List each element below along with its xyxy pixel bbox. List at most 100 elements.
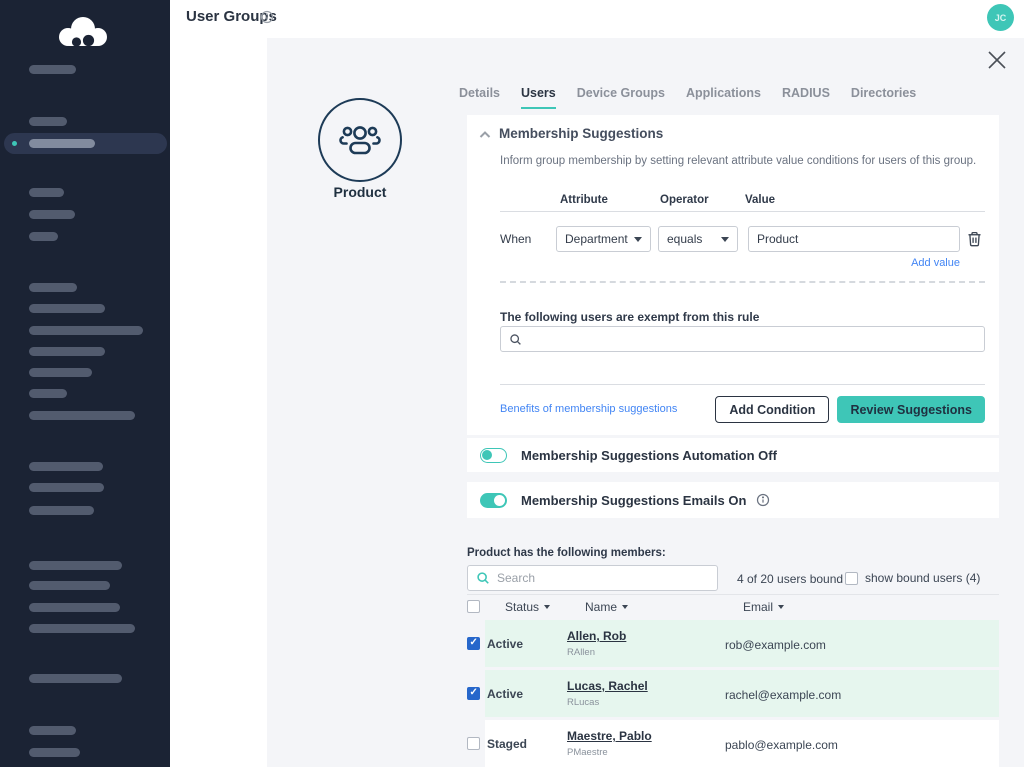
page-title-info-icon[interactable] — [260, 10, 274, 24]
collapse-chevron-icon[interactable] — [478, 128, 492, 142]
tab-applications[interactable]: Applications — [686, 86, 761, 109]
search-icon — [509, 333, 522, 346]
sidebar-item[interactable] — [29, 462, 103, 471]
show-bound-users-label: show bound users (4) — [865, 571, 980, 585]
member-status: Active — [487, 687, 523, 701]
add-condition-button[interactable]: Add Condition — [715, 396, 829, 423]
sidebar-item[interactable] — [29, 188, 64, 197]
member-username: RLucas — [567, 697, 599, 708]
emails-toggle-label: Membership Suggestions Emails On — [521, 493, 746, 508]
automation-toggle[interactable] — [480, 448, 507, 463]
member-email: rob@example.com — [725, 638, 826, 652]
membership-suggestions-heading: Membership Suggestions — [499, 126, 663, 141]
selected-dot-icon — [12, 141, 17, 146]
tab-users[interactable]: Users — [521, 86, 556, 109]
sidebar-item-selected[interactable] — [4, 133, 167, 154]
section-divider — [500, 384, 985, 385]
member-row-checkbox[interactable] — [467, 737, 480, 750]
group-icon — [338, 120, 382, 160]
review-suggestions-button[interactable]: Review Suggestions — [837, 396, 985, 423]
sidebar-item[interactable] — [29, 603, 120, 612]
sidebar-item[interactable] — [29, 65, 76, 74]
sidebar-item[interactable] — [29, 726, 76, 735]
exempt-users-search[interactable] — [500, 326, 985, 352]
member-email: pablo@example.com — [725, 738, 838, 752]
member-name-link[interactable]: Lucas, Rachel — [567, 679, 648, 693]
emails-toggle[interactable] — [480, 493, 507, 508]
sidebar-item[interactable] — [29, 581, 110, 590]
sort-caret-icon — [778, 605, 784, 609]
name-header-label: Name — [585, 600, 617, 614]
member-row-checkbox[interactable] — [467, 687, 480, 700]
toggle-knob — [482, 450, 492, 460]
sidebar — [0, 0, 170, 767]
add-value-link[interactable]: Add value — [748, 257, 960, 269]
condition-value-input[interactable] — [748, 226, 960, 252]
emails-toggle-row: Membership Suggestions Emails On — [467, 482, 999, 518]
members-search[interactable] — [467, 565, 718, 591]
member-row: Staged Maestre, Pablo PMaestre pablo@exa… — [467, 720, 999, 767]
member-row-checkbox[interactable] — [467, 637, 480, 650]
sidebar-item[interactable] — [29, 210, 75, 219]
column-header-email[interactable]: Email — [743, 600, 784, 614]
tab-details[interactable]: Details — [459, 86, 500, 109]
caret-down-icon — [634, 237, 642, 242]
member-name-link[interactable]: Maestre, Pablo — [567, 729, 652, 743]
exempt-users-search-input[interactable] — [528, 332, 976, 346]
search-icon — [476, 571, 490, 585]
sidebar-item[interactable] — [29, 483, 104, 492]
sidebar-item[interactable] — [29, 326, 143, 335]
column-header-name[interactable]: Name — [585, 600, 628, 614]
select-all-checkbox[interactable] — [467, 600, 480, 613]
benefits-link[interactable]: Benefits of membership suggestions — [500, 403, 677, 415]
column-header-status[interactable]: Status — [505, 600, 550, 614]
member-row: Active Allen, Rob RAllen rob@example.com — [467, 620, 999, 667]
sidebar-item[interactable] — [29, 283, 77, 292]
automation-toggle-row: Membership Suggestions Automation Off — [467, 438, 999, 472]
user-avatar[interactable]: JC — [987, 4, 1014, 31]
sidebar-item-label — [29, 139, 95, 148]
automation-toggle-label: Membership Suggestions Automation Off — [521, 448, 777, 463]
sidebar-item[interactable] — [29, 624, 135, 633]
sidebar-item[interactable] — [29, 411, 135, 420]
sort-caret-icon — [622, 605, 628, 609]
caret-down-icon — [721, 237, 729, 242]
sidebar-item[interactable] — [29, 389, 67, 398]
sidebar-item[interactable] — [29, 561, 122, 570]
members-search-input[interactable] — [497, 571, 709, 585]
emails-info-icon[interactable] — [756, 493, 770, 507]
operator-select[interactable]: equals — [658, 226, 738, 252]
attribute-select[interactable]: Department — [556, 226, 651, 252]
tab-directories[interactable]: Directories — [851, 86, 916, 109]
member-username: RAllen — [567, 647, 595, 658]
sidebar-item[interactable] — [29, 304, 105, 313]
sidebar-item[interactable] — [29, 347, 105, 356]
tab-device-groups[interactable]: Device Groups — [577, 86, 665, 109]
column-header-operator: Operator — [660, 194, 709, 206]
attribute-select-value: Department — [565, 232, 628, 246]
operator-select-value: equals — [667, 232, 702, 246]
dashed-divider — [500, 281, 985, 283]
member-email: rachel@example.com — [725, 688, 841, 702]
close-icon[interactable] — [986, 49, 1008, 71]
sort-caret-icon — [544, 605, 550, 609]
show-bound-users-control: show bound users (4) — [845, 571, 980, 585]
delete-condition-icon[interactable] — [966, 230, 983, 248]
sidebar-item[interactable] — [29, 232, 58, 241]
member-name-link[interactable]: Allen, Rob — [567, 629, 626, 643]
column-header-value: Value — [745, 194, 775, 206]
sidebar-item[interactable] — [29, 117, 67, 126]
show-bound-users-checkbox[interactable] — [845, 572, 858, 585]
sidebar-item[interactable] — [29, 506, 94, 515]
sidebar-item[interactable] — [29, 748, 80, 757]
sidebar-item[interactable] — [29, 674, 122, 683]
tab-bar: Details Users Device Groups Applications… — [459, 86, 916, 109]
member-status: Active — [487, 637, 523, 651]
top-header: User Groups JC — [170, 0, 1024, 38]
toggle-knob — [494, 495, 505, 506]
membership-actions: Add Condition Review Suggestions — [715, 396, 985, 423]
members-table-header: Status Name Email — [467, 594, 999, 618]
bound-users-summary: 4 of 20 users bound — [737, 572, 843, 586]
sidebar-item[interactable] — [29, 368, 92, 377]
tab-radius[interactable]: RADIUS — [782, 86, 830, 109]
